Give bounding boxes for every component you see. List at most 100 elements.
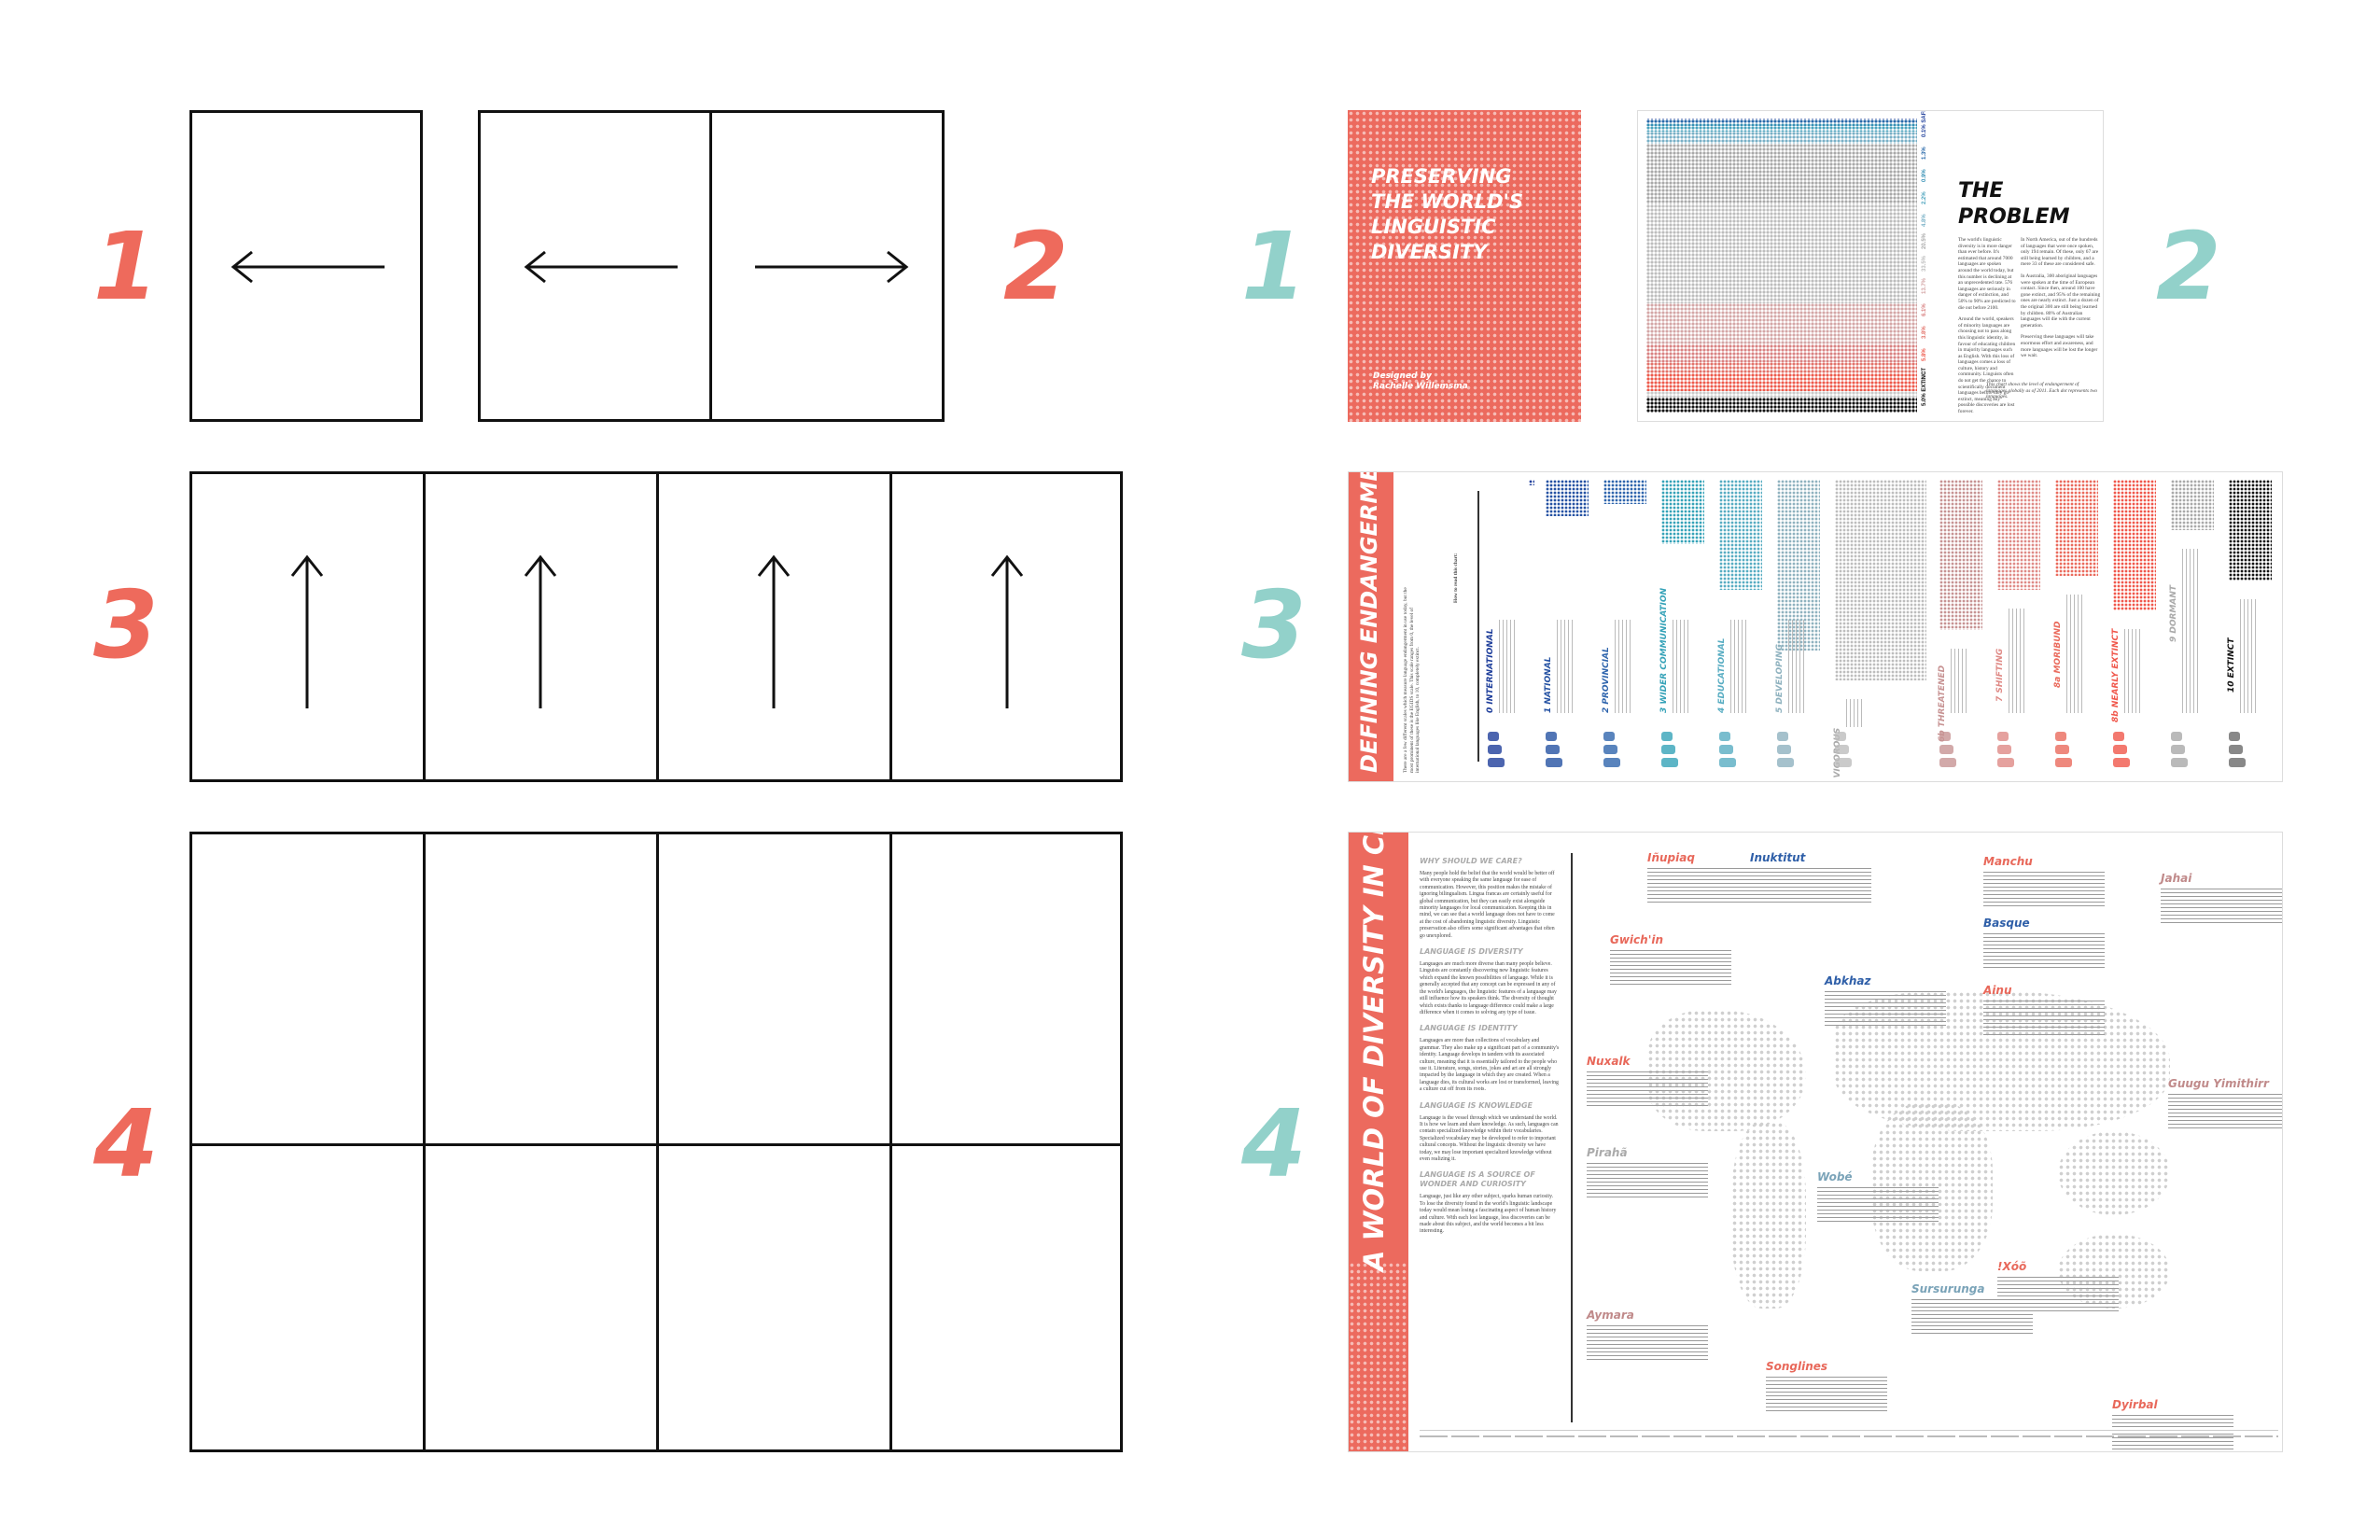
cover-title-line: DIVERSITY: [1371, 241, 1488, 263]
endangerment-level: 10 EXTINCT: [2225, 480, 2277, 777]
person-icon: [1660, 732, 1673, 741]
language-label: Dyirbal: [2112, 1398, 2158, 1411]
wireframe-panel-4: [189, 832, 1123, 1452]
dot-band: [1646, 397, 1917, 413]
panel-number-4: 4: [93, 1089, 159, 1198]
person-icon: [2055, 758, 2073, 767]
person-icon: [1939, 745, 1954, 754]
level-dot-block: [2171, 480, 2215, 530]
percent-label: 5.0% EXTINCT: [1922, 367, 1927, 406]
endangerment-level: 4 EDUCATIONAL: [1715, 480, 1768, 777]
language-description-lines: [1983, 933, 2105, 971]
world-map-dots: [1731, 1122, 1806, 1309]
person-icon: [2113, 732, 2125, 741]
person-icon: [1718, 732, 1730, 741]
person-icon: [1603, 758, 1620, 767]
panel-number-3: 3: [93, 570, 159, 679]
language-label: Pirahã: [1587, 1146, 1628, 1159]
level-dot-block: [2229, 480, 2272, 581]
cover-credit-name: Rachelle Willemsma: [1373, 382, 1468, 391]
percent-label: 5.8%: [1922, 348, 1927, 361]
person-icon: [1488, 758, 1505, 767]
level-label: 3 WIDER COMMUNICATION: [1659, 587, 1669, 713]
cover-title-line: THE WORLD'S: [1371, 190, 1524, 213]
problem-paragraph: In North America, out of the hundreds of…: [2021, 237, 2099, 268]
level-label: 9 DORMANT: [2169, 584, 2179, 642]
person-icon: [1776, 758, 1794, 767]
language-description-lines: [1610, 950, 1731, 987]
language-description-lines: [1997, 1277, 2119, 1314]
person-icon: [2171, 732, 2183, 741]
dot-band: [1646, 204, 1917, 304]
percent-label: 3.8%: [1922, 326, 1927, 339]
language-description-lines: [1766, 1377, 1887, 1414]
spread-number-4: 4: [1241, 1089, 1307, 1198]
language-description-lines: [1750, 868, 1871, 905]
endangerment-level: 1 NATIONAL: [1542, 480, 1594, 777]
references-footer: [1420, 1430, 2278, 1443]
language-label: Basque: [1983, 917, 2030, 930]
language-label: Ainu: [1983, 984, 2012, 997]
endangerment-dot-chart: [1646, 119, 1917, 413]
level-description-lines: [1614, 620, 1633, 713]
legend-title: How to read this chart:: [1453, 553, 1459, 603]
person-icon: [1997, 758, 2015, 767]
level-dot-block: [2113, 480, 2157, 610]
problem-paragraph: In Australia, 300 aboriginal languages w…: [2021, 273, 2101, 329]
cover-page: PRESERVING THE WORLD'S LINGUISTIC DIVERS…: [1348, 110, 1581, 422]
level-dot-block: [1529, 480, 1534, 486]
person-icon: [1545, 758, 1562, 767]
person-icon: [1488, 732, 1499, 741]
percent-label: 0.1% SAFE: [1922, 110, 1927, 137]
person-icon: [1939, 758, 1957, 767]
language-label: Sursurunga: [1911, 1282, 1985, 1295]
language-description-lines: [1587, 1163, 1708, 1200]
level-description-lines: [1845, 699, 1865, 727]
endangerment-level: 8b NEARLY EXTINCT: [2109, 480, 2162, 777]
spread-number-1: 1: [1241, 212, 1307, 321]
level-label: 6b THREATENED: [1938, 665, 1948, 743]
problem-title-line: THE: [1958, 179, 2004, 203]
person-icon: [2113, 745, 2128, 754]
language-description-lines: [1983, 1001, 2105, 1038]
level-description-lines: [2182, 548, 2202, 713]
dot-band: [1646, 362, 1917, 374]
wireframe-panel-2: [478, 110, 945, 422]
level-dot-block: [1939, 480, 1983, 631]
problem-paragraph: Around the world, speakers of minority l…: [1958, 316, 2016, 415]
arrow-up-icon: [290, 554, 324, 708]
level-description-lines: [1951, 649, 1970, 713]
dot-band: [1646, 373, 1917, 391]
wireframe-panel-1: [189, 110, 423, 422]
chart-caption: This chart shows the level of endangerme…: [1986, 382, 2098, 400]
level-label: 0 INTERNATIONAL: [1486, 628, 1495, 713]
level-description-lines: [1672, 620, 1691, 713]
person-icon: [1545, 745, 1560, 754]
level-description-lines: [2124, 628, 2144, 713]
person-icon: [2171, 758, 2189, 767]
level-description-lines: [2009, 609, 2028, 713]
section-body: Languages are more than collections of v…: [1420, 1038, 1560, 1093]
person-icon: [2171, 745, 2186, 754]
arrow-left-icon: [524, 250, 678, 284]
level-label: 2 PROVINCIAL: [1601, 647, 1611, 713]
endangerment-level: 0 INTERNATIONAL: [1484, 480, 1536, 777]
dot-band: [1646, 132, 1917, 145]
level-description-lines: [2240, 598, 2259, 713]
endangerment-level: 5 DEVELOPING: [1773, 480, 1826, 777]
person-icon: [2229, 745, 2243, 754]
person-icon: [1718, 758, 1736, 767]
language-label: Manchu: [1983, 855, 2033, 868]
spread-number-2: 2: [2156, 212, 2221, 321]
endangerment-level: 9 DORMANT: [2167, 480, 2219, 777]
panel-number-2: 2: [1003, 212, 1069, 321]
section-heading: LANGUAGE IS IDENTITY: [1420, 1024, 1518, 1033]
person-icon: [1834, 745, 1849, 754]
endangerment-level: 3 WIDER COMMUNICATION: [1658, 480, 1710, 777]
language-label: Gwich'in: [1610, 933, 1664, 946]
person-icon: [1718, 745, 1733, 754]
endangerment-level: 6a VIGOROUS: [1831, 480, 1930, 781]
language-description-lines: [2168, 1094, 2282, 1131]
person-icon: [2055, 732, 2067, 741]
level-label: 5 DEVELOPING: [1774, 643, 1785, 713]
